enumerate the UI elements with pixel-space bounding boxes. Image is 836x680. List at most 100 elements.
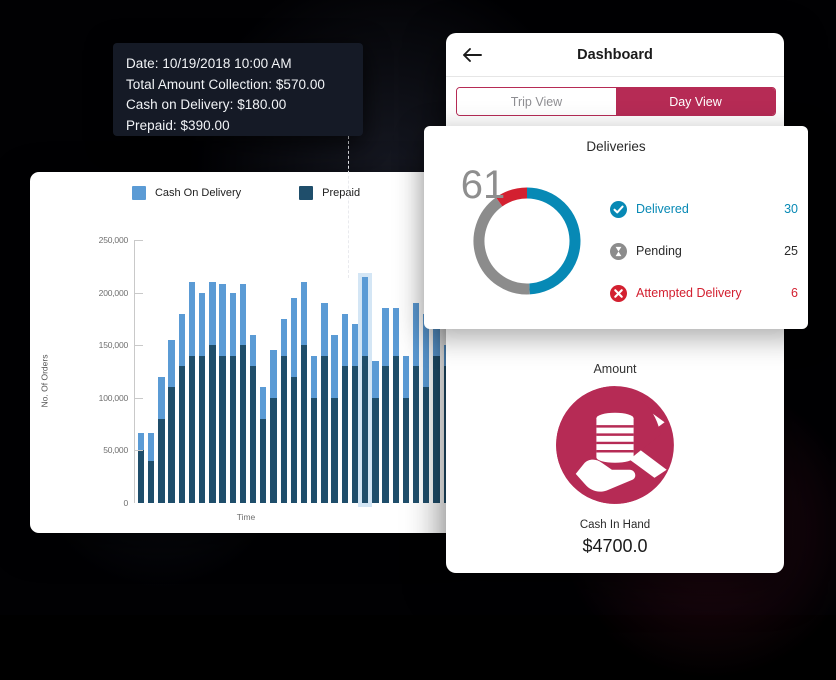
chart-bar[interactable] [331, 334, 338, 503]
bar-segment-cash-on-delivery [270, 350, 277, 398]
bar-segment-cash-on-delivery [362, 276, 369, 356]
chart-bar[interactable] [188, 282, 196, 503]
bar-segment-prepaid [433, 355, 440, 503]
legend-item-cash-on-delivery[interactable]: Cash On Delivery [131, 186, 241, 200]
legend-label-pending: Pending [636, 244, 682, 258]
chart-bar[interactable] [229, 292, 236, 503]
orders-chart-card: Cash On Delivery Prepaid No. Of Orders 0… [30, 172, 462, 533]
chart-y-axis-title: No. Of Orders [39, 354, 50, 408]
bar-segment-prepaid [137, 450, 145, 503]
legend-label-prepaid: Prepaid [322, 187, 361, 199]
chart-bar[interactable] [168, 339, 175, 503]
deliveries-legend-list: Delivered 30 Pending 25 Attempted Delive… [610, 188, 798, 314]
amount-section-body: Cash In Hand $4700.0 [446, 383, 784, 557]
chart-bar[interactable] [260, 387, 267, 503]
chart-tooltip: Date: 10/19/2018 10:00 AM Total Amount C… [113, 43, 363, 136]
chart-plot-area: No. Of Orders 0 50,000 100,000 150,000 200,0… [30, 218, 462, 533]
bar-segment-prepaid [229, 355, 236, 503]
y-axis-tick-mark [134, 345, 143, 347]
chart-bar[interactable] [423, 313, 430, 503]
bar-segment-cash-on-delivery [402, 355, 410, 398]
legend-item-prepaid[interactable]: Prepaid [299, 186, 360, 200]
tab-day-view[interactable]: Day View [616, 88, 775, 115]
bar-segment-prepaid [412, 366, 420, 503]
cash-in-hand-label: Cash In Hand [579, 519, 651, 531]
bar-segment-cash-on-delivery [311, 355, 318, 398]
y-axis-tick: 150,000 [98, 340, 129, 351]
legend-count-attempted-delivery: 6 [791, 286, 798, 300]
y-axis-tick: 50,000 [103, 445, 128, 456]
chart-bar[interactable] [280, 318, 287, 503]
chart-bar[interactable] [392, 308, 399, 503]
y-axis-tick-mark [134, 450, 143, 452]
bar-segment-cash-on-delivery [209, 282, 216, 346]
bar-segment-prepaid [260, 418, 267, 503]
x-circle-icon [610, 284, 627, 302]
chart-bars [136, 240, 462, 503]
chart-bar[interactable] [362, 276, 369, 503]
legend-row-attempted-delivery[interactable]: Attempted Delivery 6 [610, 272, 798, 314]
chart-bar[interactable] [270, 350, 277, 503]
bar-segment-prepaid [209, 345, 216, 503]
cash-in-hand-value: $4700.0 [582, 536, 648, 556]
bar-segment-prepaid [249, 366, 257, 503]
bar-segment-cash-on-delivery [392, 308, 399, 356]
chart-bar[interactable] [300, 282, 308, 503]
bar-segment-prepaid [351, 366, 359, 503]
chart-bar[interactable] [372, 361, 379, 503]
chart-bar[interactable] [219, 284, 226, 503]
chart-bar[interactable] [158, 376, 165, 503]
chart-bar[interactable] [351, 324, 359, 503]
tab-trip-view[interactable]: Trip View [457, 88, 616, 115]
legend-label-delivered: Delivered [636, 202, 689, 216]
view-toggle-group[interactable]: Trip View Day View [456, 87, 776, 116]
legend-row-pending[interactable]: Pending 25 [610, 230, 798, 272]
chart-bar[interactable] [199, 292, 206, 503]
bar-segment-prepaid [270, 397, 277, 503]
chart-bar[interactable] [412, 303, 420, 503]
bar-segment-prepaid [423, 387, 430, 503]
chart-bar[interactable] [178, 313, 185, 503]
legend-count-delivered: 30 [784, 202, 798, 216]
tooltip-line-total-amount: Total Amount Collection: $570.00 [126, 76, 325, 92]
back-arrow-icon[interactable] [461, 44, 483, 66]
bar-segment-prepaid [321, 355, 328, 503]
chart-bar[interactable] [249, 334, 257, 503]
bar-segment-prepaid [341, 366, 348, 503]
mobile-header: Dashboard [446, 33, 784, 77]
bar-segment-cash-on-delivery [412, 303, 420, 367]
chart-bar[interactable] [382, 308, 389, 503]
bar-segment-cash-on-delivery [321, 303, 328, 356]
bar-segment-cash-on-delivery [148, 432, 155, 461]
legend-swatch-prepaid [299, 186, 314, 200]
bar-segment-prepaid [362, 355, 369, 503]
chart-bar[interactable] [137, 432, 145, 503]
bar-segment-prepaid [219, 355, 226, 503]
bar-segment-cash-on-delivery [249, 334, 257, 367]
bar-segment-prepaid [300, 345, 308, 503]
legend-row-delivered[interactable]: Delivered 30 [610, 188, 798, 230]
chart-bar[interactable] [148, 432, 155, 503]
y-axis-tick: 200,000 [98, 287, 129, 298]
tooltip-line-date: Date: 10/19/2018 10:00 AM [126, 56, 292, 71]
chart-y-axis-line [134, 240, 135, 503]
chart-bar[interactable] [209, 282, 216, 503]
chart-bar[interactable] [290, 297, 298, 503]
bar-segment-prepaid [311, 397, 318, 503]
chart-bar[interactable] [311, 355, 318, 503]
chart-bar[interactable] [341, 313, 348, 503]
deliveries-card: Deliveries 61 Delivered 30 Pending 25 At… [424, 126, 808, 329]
bar-segment-prepaid [290, 376, 298, 503]
bar-segment-cash-on-delivery [280, 318, 287, 356]
chart-bar[interactable] [402, 355, 410, 503]
chart-bar[interactable] [433, 313, 440, 503]
chart-bar[interactable] [239, 284, 247, 503]
chart-y-axis-ticks: 0 50,000 100,000 150,000 200,000 250,000 [86, 218, 129, 533]
donut-total-value: 61 [460, 162, 506, 207]
legend-count-pending: 25 [784, 244, 798, 258]
bar-segment-prepaid [280, 355, 287, 503]
y-axis-tick-mark [134, 292, 143, 294]
legend-label-attempted-delivery: Attempted Delivery [636, 286, 742, 300]
chart-bar[interactable] [321, 303, 328, 503]
chart-legend: Cash On Delivery Prepaid [30, 186, 462, 200]
